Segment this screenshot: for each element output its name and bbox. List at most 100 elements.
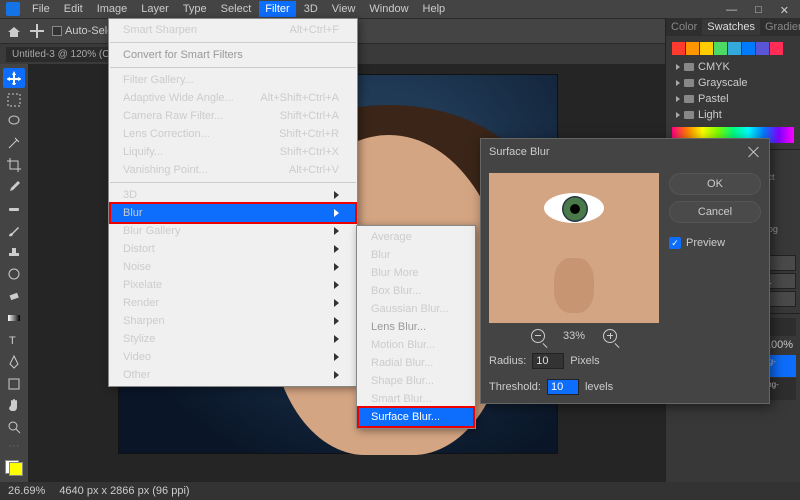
mi-motion-blur[interactable]: Motion Blur... <box>357 336 475 354</box>
type-tool[interactable]: T <box>3 330 25 350</box>
swatch[interactable] <box>742 42 755 55</box>
eraser-tool[interactable] <box>3 286 25 306</box>
foreground-background-colors[interactable] <box>3 458 25 478</box>
zoom-in-icon[interactable] <box>603 329 617 343</box>
ok-button[interactable]: OK <box>669 173 761 195</box>
menu-image[interactable]: Image <box>91 1 134 17</box>
lasso-tool[interactable] <box>3 112 25 132</box>
close-icon[interactable] <box>747 145 761 159</box>
mi-radial-blur[interactable]: Radial Blur... <box>357 354 475 372</box>
preview-checkbox[interactable]: Preview <box>669 237 761 249</box>
mi-blur[interactable]: Blur <box>109 202 357 224</box>
swatch[interactable] <box>728 42 741 55</box>
filter-menu: Smart SharpenAlt+Ctrl+F Convert for Smar… <box>108 18 358 387</box>
menu-layer[interactable]: Layer <box>135 1 175 17</box>
maximize-icon[interactable]: □ <box>749 2 768 19</box>
tab-swatches[interactable]: Swatches <box>702 19 760 35</box>
surface-blur-dialog: Surface Blur 33% Radius: Pixels Threshol… <box>480 138 770 404</box>
tab-color[interactable]: Color <box>666 19 702 35</box>
swatch-folder[interactable]: Light <box>672 107 794 123</box>
menu-type[interactable]: Type <box>177 1 213 17</box>
mi-blur-gallery[interactable]: Blur Gallery <box>109 222 357 240</box>
mi-vanishing-point[interactable]: Vanishing Point...Alt+Ctrl+V <box>109 161 357 179</box>
mi-lens-blur[interactable]: Lens Blur... <box>357 318 475 336</box>
zoom-out-icon[interactable] <box>531 329 545 343</box>
mi-surface-blur[interactable]: Surface Blur... <box>357 406 475 428</box>
mi-adaptive-wide-angle[interactable]: Adaptive Wide Angle...Alt+Shift+Ctrl+A <box>109 89 357 107</box>
mi-camera-raw[interactable]: Camera Raw Filter...Shift+Ctrl+A <box>109 107 357 125</box>
zoom-tool[interactable] <box>3 417 25 437</box>
pen-tool[interactable] <box>3 352 25 372</box>
dialog-title: Surface Blur <box>489 146 550 158</box>
cancel-button[interactable]: Cancel <box>669 201 761 223</box>
zoom-percent: 33% <box>563 330 585 342</box>
gradient-tool[interactable] <box>3 308 25 328</box>
swatch-folder[interactable]: Pastel <box>672 91 794 107</box>
swatch[interactable] <box>770 42 783 55</box>
zoom-level[interactable]: 26.69% <box>8 485 45 497</box>
swatch-folder[interactable]: Grayscale <box>672 75 794 91</box>
svg-text:T: T <box>9 335 16 347</box>
swatches-panel: CMYK Grayscale Pastel Light <box>666 36 800 149</box>
mi-filter-gallery[interactable]: Filter Gallery... <box>109 71 357 89</box>
menu-file[interactable]: File <box>26 1 56 17</box>
stamp-tool[interactable] <box>3 243 25 263</box>
eyedropper-tool[interactable] <box>3 177 25 197</box>
mi-other[interactable]: Other <box>109 366 357 384</box>
menu-3d[interactable]: 3D <box>298 1 324 17</box>
threshold-input[interactable] <box>547 379 579 395</box>
mi-sharpen[interactable]: Sharpen <box>109 312 357 330</box>
radius-input[interactable] <box>532 353 564 369</box>
mi-pixelate[interactable]: Pixelate <box>109 276 357 294</box>
hand-tool[interactable] <box>3 395 25 415</box>
menu-view[interactable]: View <box>326 1 362 17</box>
menu-help[interactable]: Help <box>417 1 452 17</box>
app-logo <box>6 2 20 16</box>
mi-box-blur[interactable]: Box Blur... <box>357 282 475 300</box>
mi-noise[interactable]: Noise <box>109 258 357 276</box>
radius-unit: Pixels <box>570 355 599 367</box>
threshold-label: Threshold: <box>489 381 541 393</box>
mi-render[interactable]: Render <box>109 294 357 312</box>
menu-edit[interactable]: Edit <box>58 1 89 17</box>
close-icon[interactable]: ✕ <box>774 2 795 19</box>
swatch[interactable] <box>672 42 685 55</box>
swatch[interactable] <box>700 42 713 55</box>
wand-tool[interactable] <box>3 133 25 153</box>
brush-tool[interactable] <box>3 221 25 241</box>
mi-convert-smart-filters[interactable]: Convert for Smart Filters <box>109 46 357 64</box>
menu-filter[interactable]: Filter <box>259 1 295 17</box>
preview-image[interactable] <box>489 173 659 323</box>
mi-liquify[interactable]: Liquify...Shift+Ctrl+X <box>109 143 357 161</box>
menu-select[interactable]: Select <box>215 1 258 17</box>
swatch-folder[interactable]: CMYK <box>672 59 794 75</box>
menu-window[interactable]: Window <box>363 1 414 17</box>
mi-blur-more[interactable]: Blur More <box>357 264 475 282</box>
minimize-icon[interactable]: — <box>720 2 743 19</box>
doc-dimensions: 4640 px x 2866 px (96 ppi) <box>59 485 189 497</box>
shape-tool[interactable] <box>3 374 25 394</box>
home-icon[interactable] <box>6 24 22 38</box>
mi-shape-blur[interactable]: Shape Blur... <box>357 372 475 390</box>
tools-more-icon[interactable]: ⋯ <box>9 439 20 452</box>
marquee-tool[interactable] <box>3 90 25 110</box>
swatch[interactable] <box>756 42 769 55</box>
status-bar: 26.69% 4640 px x 2866 px (96 ppi) <box>0 482 800 500</box>
mi-average[interactable]: Average <box>357 228 475 246</box>
crop-tool[interactable] <box>3 155 25 175</box>
window-controls: — □ ✕ <box>720 2 795 19</box>
mi-blur-basic[interactable]: Blur <box>357 246 475 264</box>
mi-gaussian-blur[interactable]: Gaussian Blur... <box>357 300 475 318</box>
mi-lens-correction[interactable]: Lens Correction...Shift+Ctrl+R <box>109 125 357 143</box>
tab-gradients[interactable]: Gradients <box>760 19 800 35</box>
mi-smart-sharpen[interactable]: Smart SharpenAlt+Ctrl+F <box>109 21 357 39</box>
swatch[interactable] <box>686 42 699 55</box>
mi-stylize[interactable]: Stylize <box>109 330 357 348</box>
mi-distort[interactable]: Distort <box>109 240 357 258</box>
blur-submenu: Average Blur Blur More Box Blur... Gauss… <box>356 225 476 429</box>
move-tool[interactable] <box>3 68 25 88</box>
mi-video[interactable]: Video <box>109 348 357 366</box>
swatch[interactable] <box>714 42 727 55</box>
history-brush-tool[interactable] <box>3 264 25 284</box>
heal-tool[interactable] <box>3 199 25 219</box>
